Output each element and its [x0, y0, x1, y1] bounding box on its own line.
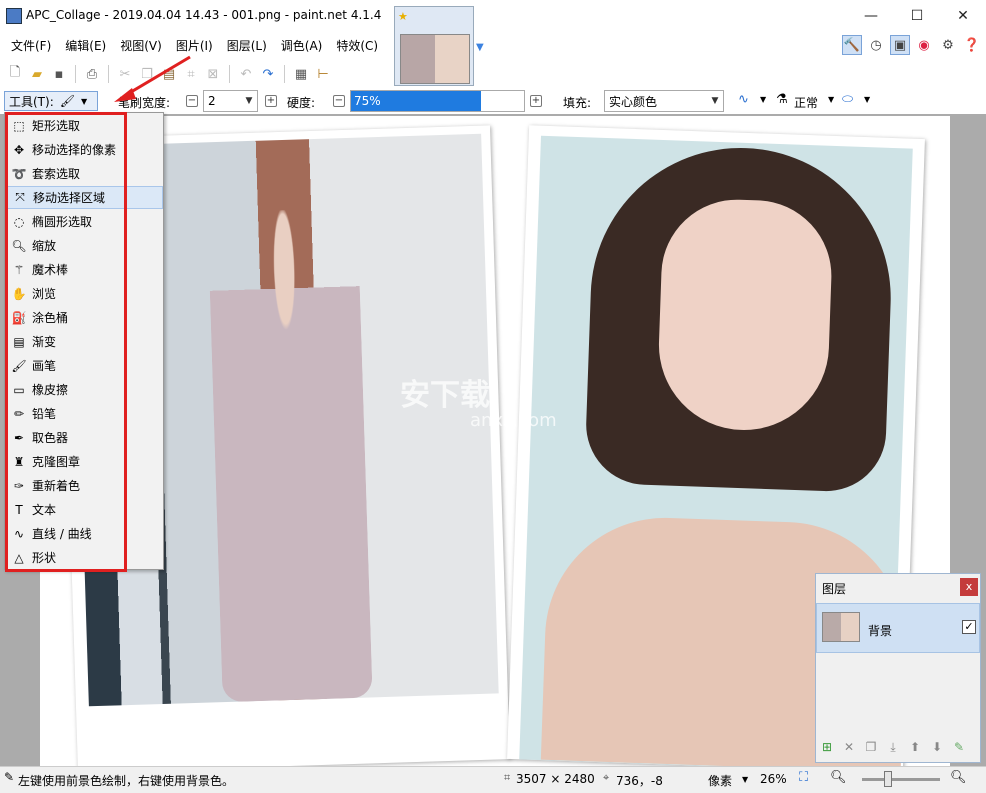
ruler-icon[interactable]: ⊢: [314, 65, 332, 83]
brush-width-select[interactable]: 2 ▼: [203, 90, 258, 112]
layer-name: 背景: [868, 624, 893, 638]
fill-mode-value: 实心颜色: [609, 94, 658, 109]
chevron-down-icon: ▼: [80, 96, 88, 106]
photo-left-subject: [207, 207, 373, 703]
annotation-highlight-box: [5, 112, 127, 572]
help-icon[interactable]: ❓: [962, 35, 982, 55]
open-folder-icon[interactable]: ▰: [28, 65, 46, 83]
layer-toolbar: ⊞ ✕ ❐ ⤓ ⬆ ⬇ ✎: [818, 740, 968, 760]
window-title: APC_Collage - 2019.04.04 14.43 - 001.png…: [26, 8, 382, 22]
minimize-button[interactable]: —: [848, 0, 894, 32]
layers-panel: [815, 573, 981, 763]
watermark-logo: 安下载: [400, 378, 490, 413]
photo-right-subject-face: [656, 197, 834, 433]
fill-mode-select[interactable]: 实心颜色 ▼: [604, 90, 724, 112]
menu-bar: 文件(F) 编辑(E) 视图(V) 图片(I) 图层(L) 调色(A) 特效(C…: [4, 34, 385, 58]
duplicate-layer-icon[interactable]: ❐: [862, 740, 880, 758]
brush-width-value: 2: [208, 94, 216, 108]
grid-icon[interactable]: ▦: [292, 65, 310, 83]
toolbar-divider: [108, 65, 109, 83]
cursor-position-icon: ⌖: [603, 771, 610, 784]
deselect-icon[interactable]: ⊠: [204, 65, 222, 83]
blend-mode-icon: ⚗: [776, 92, 788, 107]
layer-thumbnail: [822, 612, 860, 642]
selection-mode-icon[interactable]: ⬭: [842, 92, 853, 107]
paintbrush-icon: ✎: [4, 770, 15, 784]
status-hint: 左键使用前景色绘制，右键使用背景色。: [18, 774, 235, 788]
save-icon[interactable]: ▪: [50, 65, 68, 83]
history-window-icon[interactable]: ◷: [866, 35, 886, 55]
add-layer-icon[interactable]: ⊞: [818, 740, 836, 758]
cursor-position: 736，-8: [616, 774, 663, 788]
chevron-down-icon[interactable]: ▼: [760, 95, 766, 104]
zoom-to-window-icon[interactable]: ⛶: [799, 770, 808, 785]
toolbar-divider: [284, 65, 285, 83]
antialias-icon[interactable]: ∿: [738, 92, 749, 107]
hardness-increase-icon[interactable]: +: [530, 95, 542, 107]
move-layer-down-icon[interactable]: ⬇: [928, 740, 946, 758]
print-icon[interactable]: ⎙: [83, 65, 101, 83]
colors-window-icon[interactable]: ◉: [914, 35, 934, 55]
hardness-label: 硬度:: [287, 96, 316, 110]
zoom-slider-thumb[interactable]: [884, 771, 892, 787]
zoom-out-icon[interactable]: 🔍︎: [830, 770, 847, 785]
zoom-level[interactable]: 26%: [760, 772, 787, 786]
paintbrush-icon: 🖌: [59, 94, 75, 108]
chevron-down-icon[interactable]: ▼: [864, 95, 870, 104]
hardness-decrease-icon[interactable]: −: [333, 95, 345, 107]
chevron-down-icon: ▼: [711, 96, 719, 106]
menu-effects[interactable]: 特效(C): [329, 34, 385, 58]
chevron-down-icon[interactable]: ▼: [828, 95, 834, 104]
hardness-value: 75%: [354, 94, 381, 108]
toolbar-divider: [229, 65, 230, 83]
layer-properties-icon[interactable]: ✎: [950, 740, 968, 758]
close-button[interactable]: ✕: [940, 0, 986, 32]
image-size-icon: ⌗: [504, 771, 511, 784]
settings-gear-icon[interactable]: ⚙: [938, 35, 958, 55]
menu-file[interactable]: 文件(F): [4, 34, 58, 58]
menu-edit[interactable]: 编辑(E): [58, 34, 113, 58]
chevron-down-icon[interactable]: ▼: [742, 775, 748, 784]
undo-icon[interactable]: ↶: [237, 65, 255, 83]
units-select[interactable]: 像素: [708, 772, 732, 789]
maximize-button[interactable]: ☐: [894, 0, 940, 32]
window-toggles: 🔨 ◷ ▣ ◉ ⚙ ❓: [842, 34, 982, 56]
toolbar-divider: [75, 65, 76, 83]
redo-icon[interactable]: ↷: [259, 65, 277, 83]
layers-window-icon[interactable]: ▣: [890, 35, 910, 55]
layer-visibility-checkbox[interactable]: ✓: [962, 620, 976, 634]
menu-layers[interactable]: 图层(L): [220, 34, 274, 58]
layers-panel-title: 图层: [822, 582, 847, 596]
annotation-arrow-icon: [114, 55, 191, 102]
brush-width-increase-icon[interactable]: +: [265, 95, 277, 107]
merge-layer-down-icon[interactable]: ⤓: [884, 740, 902, 758]
chevron-down-icon: ▼: [245, 96, 253, 106]
fill-label: 填充:: [563, 96, 592, 110]
unsaved-star-icon: ★: [398, 10, 408, 23]
blend-mode-value[interactable]: 正常: [794, 94, 818, 111]
zoom-in-icon[interactable]: 🔍︎: [950, 770, 967, 785]
image-size: 3507 × 2480: [516, 772, 595, 786]
layers-close-button[interactable]: x: [960, 578, 978, 596]
paintnet-app-icon: [6, 8, 22, 24]
watermark-url: anxz.com: [470, 410, 557, 431]
chevron-down-icon[interactable]: ▼: [476, 42, 484, 53]
tools-window-icon[interactable]: 🔨: [842, 35, 862, 55]
move-layer-up-icon[interactable]: ⬆: [906, 740, 924, 758]
new-file-icon[interactable]: 🗋: [6, 65, 24, 83]
zoom-slider[interactable]: [862, 778, 940, 781]
tools-label: 工具(T):: [9, 94, 54, 109]
menu-adjustments[interactable]: 调色(A): [274, 34, 330, 58]
delete-layer-icon[interactable]: ✕: [840, 740, 858, 758]
image-thumbnail[interactable]: [400, 34, 470, 84]
tools-dropdown-button[interactable]: 工具(T): 🖌 ▼: [4, 91, 98, 111]
